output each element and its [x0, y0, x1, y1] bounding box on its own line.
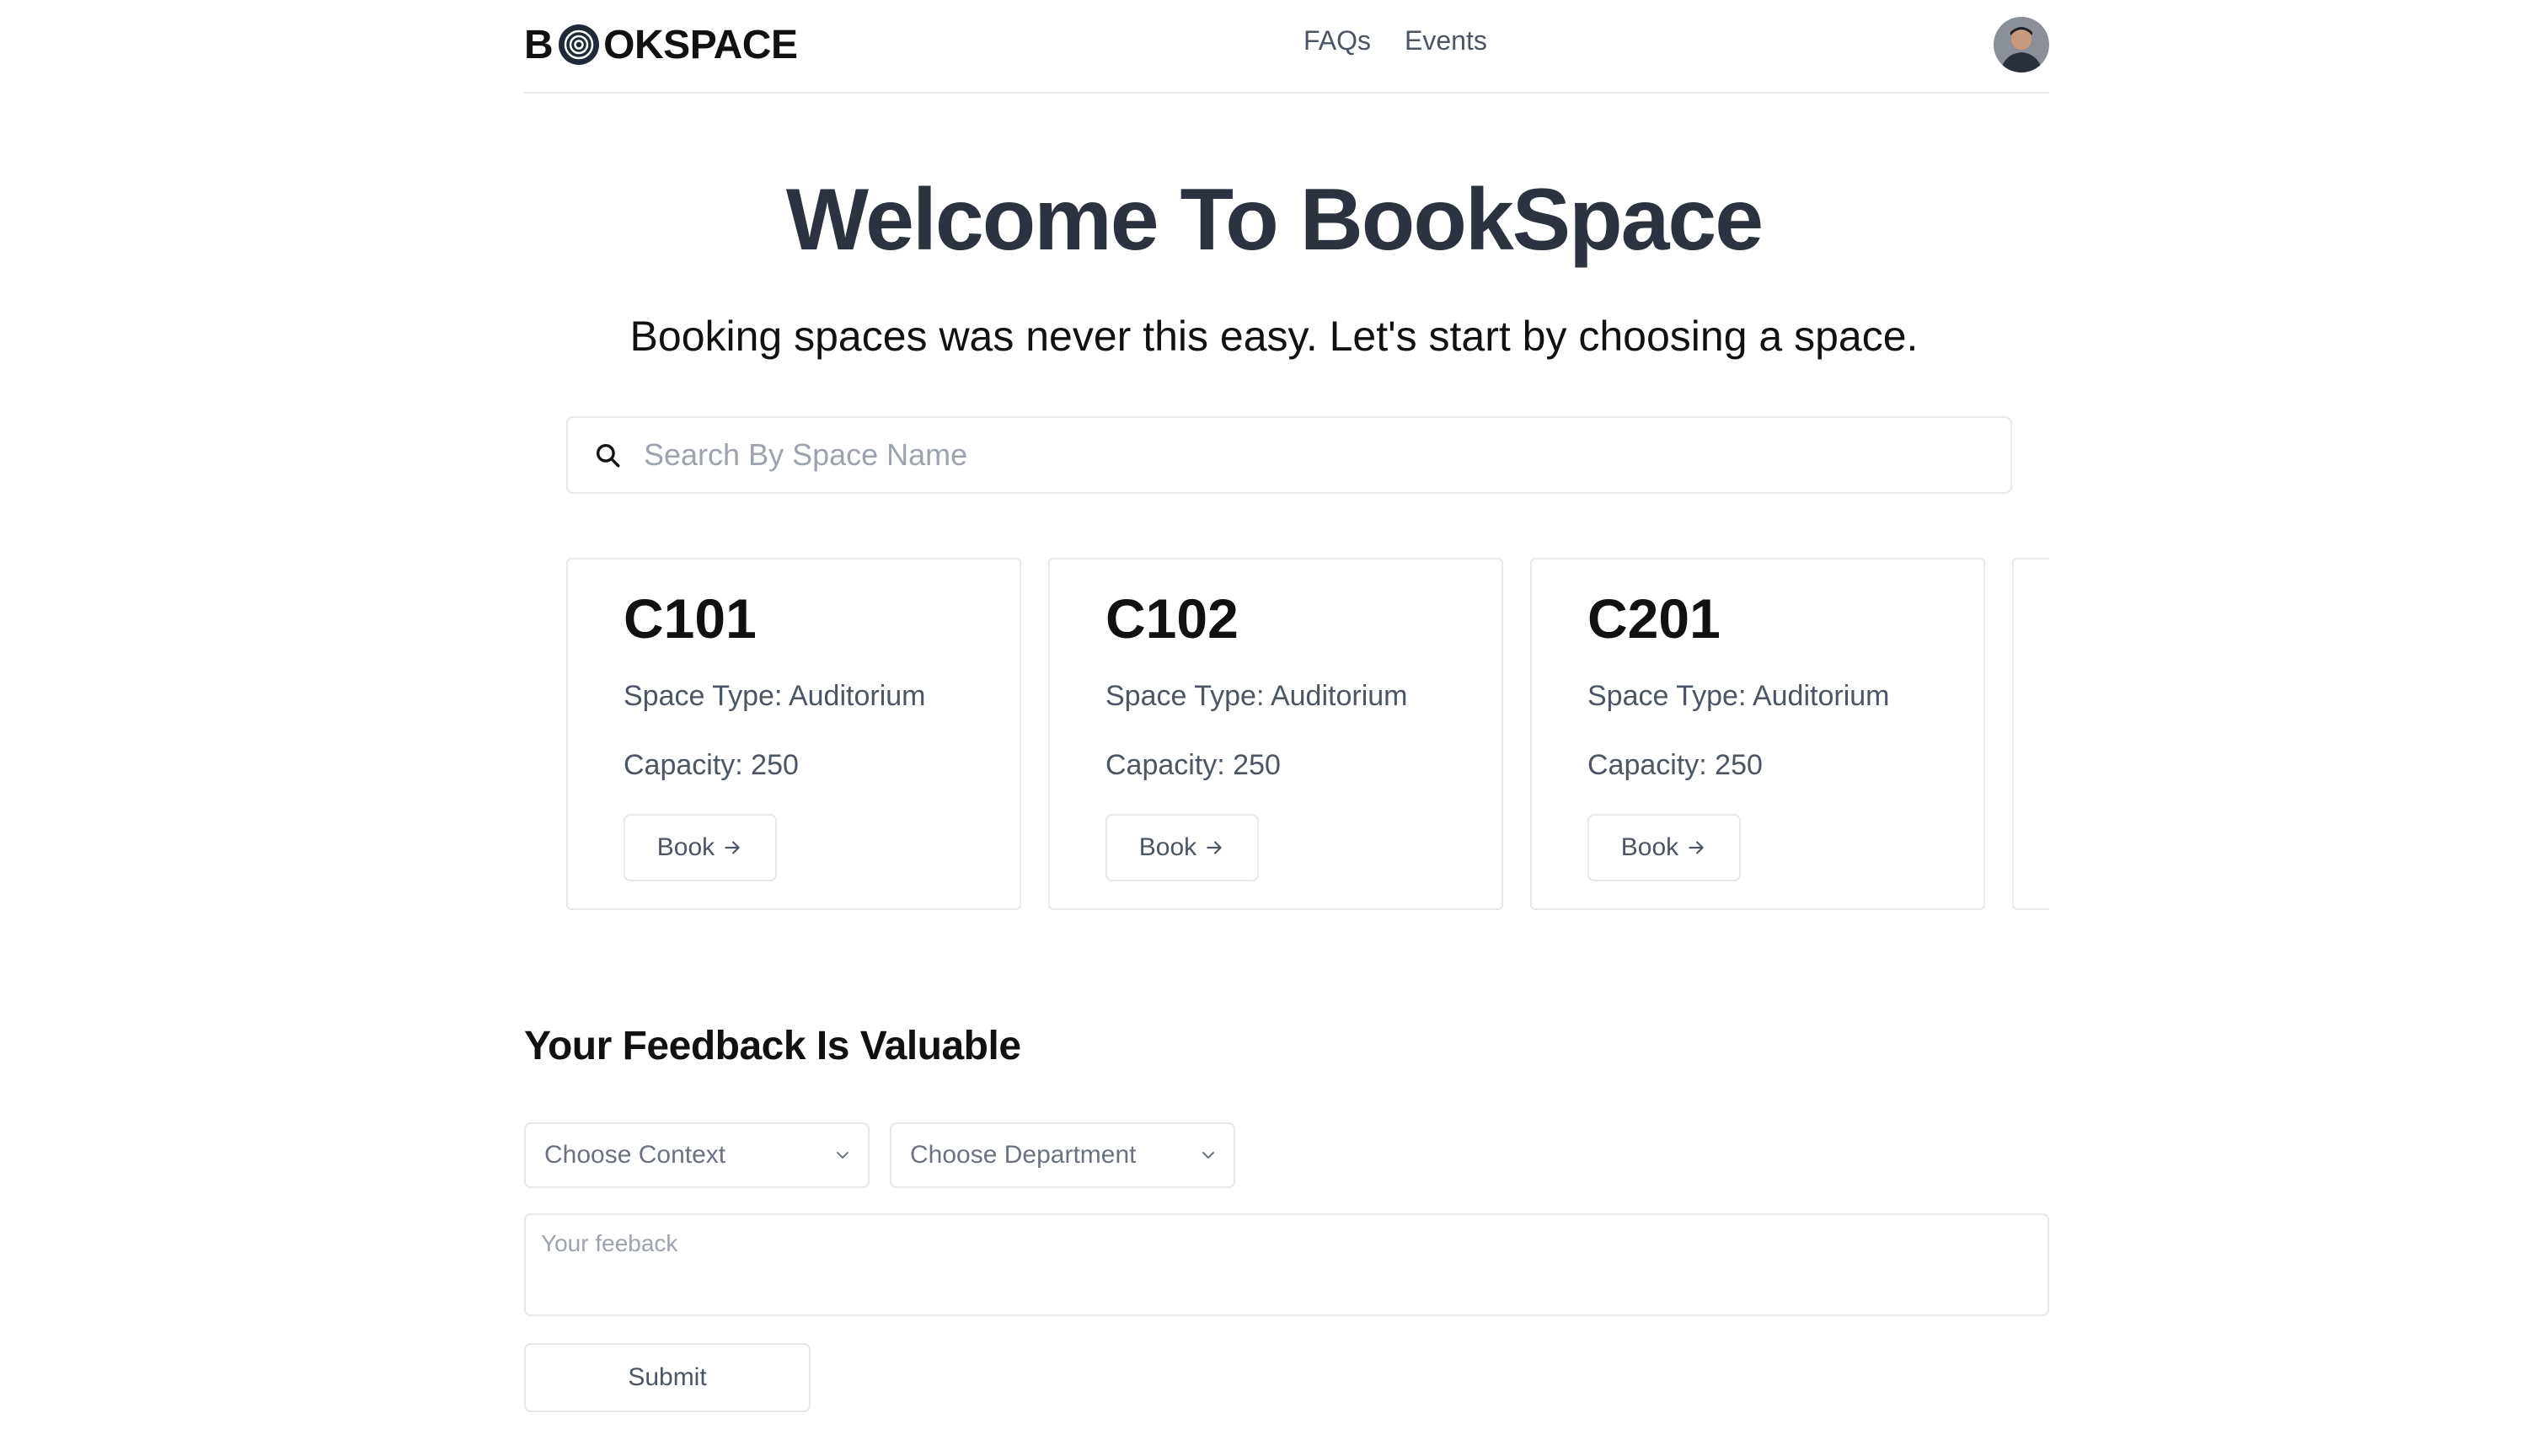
submit-button[interactable]: Submit — [524, 1343, 811, 1412]
book-button[interactable]: Book — [1105, 814, 1259, 881]
book-button-label: Book — [656, 833, 715, 861]
bookspace-logo[interactable]: B OKSPACE — [524, 20, 798, 69]
arrow-right-icon — [1207, 841, 1222, 854]
logo-text: OKSPACE — [603, 22, 798, 67]
space-card-partial — [2012, 558, 2049, 910]
user-avatar[interactable] — [1994, 17, 2049, 72]
space-cards-track: C101 Space Type: Auditorium Capacity: 25… — [566, 558, 2049, 910]
department-select[interactable]: Choose Department — [890, 1122, 1235, 1188]
logo-letter-b: B — [524, 22, 554, 67]
chevron-down-icon — [1198, 1145, 1218, 1165]
space-card: C102 Space Type: Auditorium Capacity: 25… — [1048, 558, 1503, 910]
space-type: Space Type: Auditorium — [1587, 680, 1890, 712]
space-type: Space Type: Auditorium — [624, 680, 926, 712]
spiral-o-icon — [558, 24, 600, 66]
feedback-heading: Your Feedback Is Valuable — [524, 1024, 1021, 1068]
context-select[interactable]: Choose Context — [524, 1122, 870, 1188]
context-select-value: Choose Context — [544, 1141, 726, 1169]
book-button[interactable]: Book — [624, 814, 777, 881]
nav-link-faqs[interactable]: FAQs — [1303, 25, 1371, 56]
book-button[interactable]: Book — [1587, 814, 1741, 881]
hero-title: Welcome To BookSpace — [785, 171, 1764, 269]
arrow-right-icon — [725, 841, 740, 854]
space-search-bar[interactable] — [566, 416, 2012, 494]
space-capacity: Capacity: 250 — [624, 749, 799, 781]
space-capacity: Capacity: 250 — [1587, 749, 1763, 781]
department-select-value: Choose Department — [910, 1141, 1137, 1169]
chevron-down-icon — [832, 1145, 853, 1165]
book-button-label: Book — [1620, 833, 1679, 861]
main-nav: FAQs Events — [1303, 25, 1487, 56]
space-name: C101 — [624, 587, 757, 650]
arrow-right-icon — [1689, 841, 1704, 854]
book-button-label: Book — [1138, 833, 1197, 861]
bookspace-page: B OKSPACE FAQs Events Welcome To BookSpa… — [0, 0, 2548, 1456]
space-type: Space Type: Auditorium — [1105, 680, 1408, 712]
top-header: B OKSPACE FAQs Events — [524, 0, 2049, 94]
search-input[interactable] — [642, 436, 1973, 474]
nav-link-events[interactable]: Events — [1405, 25, 1487, 56]
space-card: C101 Space Type: Auditorium Capacity: 25… — [566, 558, 1021, 910]
feedback-textarea[interactable] — [524, 1213, 2049, 1316]
space-name: C102 — [1105, 587, 1239, 650]
search-icon — [593, 441, 622, 469]
space-name: C201 — [1587, 587, 1721, 650]
space-capacity: Capacity: 250 — [1105, 749, 1281, 781]
space-card: C201 Space Type: Auditorium Capacity: 25… — [1530, 558, 1985, 910]
hero-subtitle: Booking spaces was never this easy. Let'… — [629, 313, 1919, 360]
space-cards-carousel[interactable]: C101 Space Type: Auditorium Capacity: 25… — [566, 558, 2049, 910]
